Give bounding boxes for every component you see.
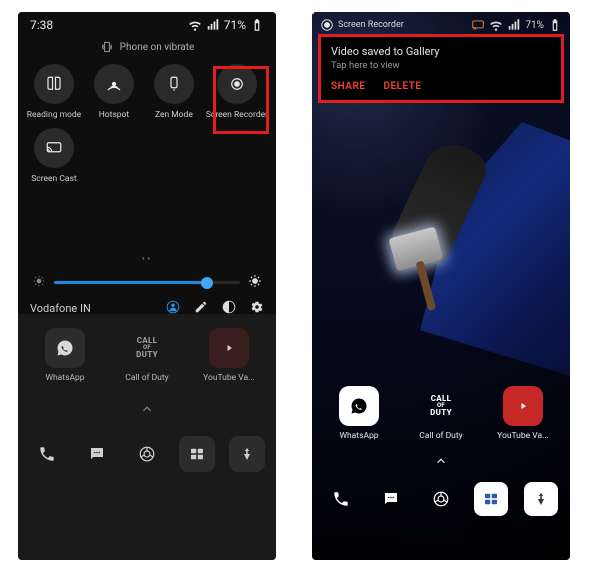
- record-icon: [228, 75, 246, 93]
- dock-chrome[interactable]: [424, 482, 458, 516]
- app-drawer-handle[interactable]: [18, 383, 276, 428]
- dock-gallery[interactable]: [474, 482, 508, 516]
- signal-icon: [206, 18, 220, 32]
- app-drawer-handle[interactable]: [312, 441, 570, 476]
- qs-tile-screen-recorder[interactable]: Screen Recorder: [206, 64, 268, 120]
- youtube-icon: [514, 397, 532, 415]
- app-whatsapp[interactable]: WhatsApp: [329, 386, 389, 441]
- home-screen: WhatsApp CALL OF DUTY Call of Duty YouTu…: [18, 314, 276, 560]
- wifi-icon: [188, 18, 202, 32]
- phone-right: Screen Recorder 71% Video saved to Galle…: [312, 12, 570, 560]
- whatsapp-icon: [350, 397, 368, 415]
- app-youtube-vanced[interactable]: YouTube Va...: [493, 386, 553, 441]
- qs-tile-screen-cast[interactable]: Screen Cast: [26, 128, 82, 184]
- brightness-slider[interactable]: [18, 265, 276, 296]
- home-screen: WhatsApp CALL OF DUTY Call of Duty YouTu…: [312, 382, 570, 560]
- phone-icon: [38, 445, 56, 463]
- gallery-icon: [188, 445, 206, 463]
- wifi-icon: [489, 18, 503, 32]
- qs-tile-zen-mode[interactable]: Zen Mode: [146, 64, 202, 120]
- dock-phone[interactable]: [29, 436, 65, 472]
- status-battery: 71%: [525, 20, 544, 31]
- notification-subtitle: Tap here to view: [331, 58, 551, 71]
- app-cod[interactable]: CALL OF DUTY Call of Duty: [411, 386, 471, 441]
- brightness-high-icon: [248, 273, 262, 292]
- dock-phone[interactable]: [324, 482, 358, 516]
- whatsapp-icon: [56, 339, 74, 357]
- cast-status-icon: [471, 18, 485, 32]
- app-youtube-vanced[interactable]: YouTube Va...: [199, 328, 259, 383]
- battery-icon: [250, 18, 264, 32]
- notification-card[interactable]: Video saved to Gallery Tap here to view …: [318, 34, 564, 103]
- chrome-icon: [138, 445, 156, 463]
- hotspot-icon: [105, 75, 123, 93]
- app-whatsapp[interactable]: WhatsApp: [35, 328, 95, 383]
- notification-title: Video saved to Gallery: [331, 45, 551, 58]
- dock-gallery[interactable]: [179, 436, 215, 472]
- qs-tile-reading-mode[interactable]: Reading mode: [26, 64, 82, 120]
- phone-icon: [332, 490, 350, 508]
- rec-label: Screen Recorder: [338, 20, 404, 30]
- dock-messages[interactable]: [79, 436, 115, 472]
- notification-action-share[interactable]: SHARE: [331, 81, 365, 92]
- dock-pubg[interactable]: [229, 436, 265, 472]
- qs-tile-hotspot[interactable]: Hotspot: [86, 64, 142, 120]
- brightness-low-icon: [32, 273, 46, 292]
- dock-messages[interactable]: [374, 482, 408, 516]
- status-battery: 71%: [224, 18, 246, 32]
- battery-icon: [548, 18, 562, 32]
- notification-action-delete[interactable]: DELETE: [383, 81, 421, 92]
- message-icon: [88, 445, 106, 463]
- signal-icon: [507, 18, 521, 32]
- vibrate-icon: [100, 40, 114, 54]
- zen-icon: [165, 75, 183, 93]
- page-indicator: ••: [18, 184, 276, 265]
- dock-pubg[interactable]: [524, 482, 558, 516]
- status-bar: 7:38 71%: [18, 12, 276, 34]
- pubg-icon: [532, 490, 550, 508]
- pubg-icon: [238, 445, 256, 463]
- wallpaper-art: [360, 82, 570, 412]
- cast-icon: [45, 139, 63, 157]
- message-icon: [382, 490, 400, 508]
- ringer-status: Phone on vibrate: [18, 34, 276, 64]
- status-time: 7:38: [30, 18, 53, 32]
- app-cod[interactable]: CALL OF DUTY Call of Duty: [117, 328, 177, 383]
- youtube-icon: [220, 339, 238, 357]
- book-icon: [45, 75, 63, 93]
- record-indicator-icon: [320, 18, 334, 32]
- dock-chrome[interactable]: [129, 436, 165, 472]
- phone-left: 7:38 71% Phone on vibrate Reading mode: [18, 12, 276, 560]
- gallery-icon: [482, 490, 500, 508]
- chrome-icon: [432, 490, 450, 508]
